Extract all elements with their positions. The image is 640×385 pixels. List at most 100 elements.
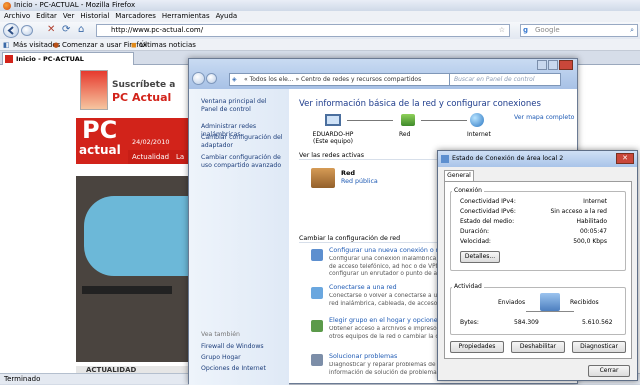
- ipv6-label: Conectividad IPv6:: [460, 208, 516, 215]
- menu-ayuda[interactable]: Ayuda: [216, 12, 238, 20]
- logo-actual: actual: [79, 143, 121, 157]
- properties-button[interactable]: Propiedades: [450, 341, 504, 353]
- tab-inicio[interactable]: Inicio - PC-ACTUAL: [2, 52, 134, 65]
- pc-actual-logo[interactable]: PC actual: [76, 118, 128, 164]
- tab-general[interactable]: General: [444, 170, 474, 181]
- date-label: 24/02/2010: [132, 138, 170, 146]
- activity-group-label: Actividad: [452, 283, 484, 290]
- sidebar-firewall[interactable]: Firewall de Windows: [201, 343, 264, 351]
- search-placeholder: Google: [535, 26, 560, 34]
- dialog-close-icon[interactable]: ✕: [616, 153, 634, 164]
- nav-la[interactable]: La: [176, 153, 184, 161]
- details-button[interactable]: Detalles...: [460, 251, 500, 263]
- menu-archivo[interactable]: Archivo: [4, 12, 30, 20]
- bytes-sent: 584.309: [514, 319, 539, 326]
- sidebar-advanced-sharing[interactable]: Cambiar configuración de uso compartido …: [201, 154, 285, 170]
- maximize-button[interactable]: [548, 60, 559, 70]
- google-icon: g: [523, 26, 529, 34]
- close-dialog-button[interactable]: Cerrar: [588, 365, 630, 377]
- see-also-heading: Vea también: [201, 331, 240, 338]
- nc-breadcrumb: « Todos los ele... » Centro de redes y r…: [244, 76, 422, 83]
- nc-sidebar: Ventana principal del Panel de control A…: [189, 89, 289, 385]
- node-internet-label: Internet: [467, 131, 491, 138]
- bookmark-star-icon[interactable]: ☆: [499, 25, 505, 36]
- stop-icon[interactable]: ✕: [47, 24, 55, 36]
- pc-actual-favicon: [5, 55, 13, 63]
- magazine-cover[interactable]: [80, 70, 108, 110]
- bookmarks-toolbar: ◧ Más visitados ● Comenzar a usar Firefox …: [0, 39, 640, 51]
- site-nav: Actualidad La: [128, 150, 188, 164]
- node-computer-name: EDUARDO-HP: [312, 131, 354, 138]
- firefox-title-bar: Inicio - PC-ACTUAL - Mozilla Firefox: [0, 0, 640, 11]
- ipv4-label: Conectividad IPv4:: [460, 198, 516, 205]
- media-state-value: Habilitado: [576, 218, 607, 225]
- network-icon: [401, 114, 415, 126]
- back-button[interactable]: [3, 23, 19, 38]
- home-icon[interactable]: ⌂: [78, 24, 84, 36]
- activity-computer-icon: [540, 293, 560, 311]
- connect-network-icon: [311, 287, 323, 299]
- task-new-connection[interactable]: Configurar una nueva conexión o red: [329, 247, 446, 254]
- minimize-button[interactable]: [537, 60, 548, 70]
- sidebar-homegroup[interactable]: Grupo Hogar: [201, 354, 241, 362]
- dialog-title: Estado de Conexión de área local 2: [452, 155, 564, 162]
- menu-herramientas[interactable]: Herramientas: [162, 12, 210, 20]
- tab-label: Inicio - PC-ACTUAL: [16, 55, 84, 63]
- url-bar[interactable]: http://www.pc-actual.com/ ☆: [96, 24, 510, 37]
- homegroup-icon: [311, 320, 323, 332]
- task-connect-network[interactable]: Conectarse a una red: [329, 284, 397, 291]
- computer-icon: [325, 114, 341, 126]
- twitter-banner[interactable]: [76, 176, 188, 362]
- nc-forward-button[interactable]: [206, 73, 217, 84]
- full-map-link[interactable]: Ver mapa completo: [514, 114, 574, 121]
- menu-editar[interactable]: Editar: [36, 12, 57, 20]
- new-connection-icon: [311, 249, 323, 261]
- sidebar-control-panel-home[interactable]: Ventana principal del Panel de control: [201, 98, 285, 114]
- sidebar-adapter-settings[interactable]: Cambiar configuración del adaptador: [201, 134, 285, 150]
- nc-heading: Ver información básica de la red y confi…: [299, 99, 541, 109]
- close-button[interactable]: [559, 60, 573, 70]
- disable-button[interactable]: Deshabilitar: [511, 341, 565, 353]
- menu-bar: Archivo Editar Ver Historial Marcadores Herra…: [0, 11, 640, 22]
- media-state-label: Estado del medio:: [460, 218, 515, 225]
- firefox-bookmark-icon: ●: [53, 41, 60, 49]
- logo-pc: PC: [82, 116, 118, 144]
- control-panel-icon: ◈: [232, 76, 237, 83]
- forward-button[interactable]: [21, 25, 33, 36]
- reload-icon[interactable]: ⟳: [62, 24, 70, 36]
- nav-actualidad[interactable]: Actualidad: [132, 153, 169, 161]
- network-type-link[interactable]: Red pública: [341, 178, 378, 185]
- speed-value: 500,0 Kbps: [573, 238, 607, 245]
- rss-icon: ◼: [131, 41, 137, 49]
- nc-back-button[interactable]: [192, 72, 205, 85]
- connection-group-label: Conexión: [452, 187, 484, 194]
- connection-status-dialog: Estado de Conexión de área local 2 ✕ Gen…: [437, 150, 638, 381]
- bookmark-latest-news[interactable]: Últimas noticias: [140, 39, 196, 51]
- task-homegroup[interactable]: Elegir grupo en el hogar y opciones de u…: [329, 317, 439, 324]
- network-name: Red: [341, 169, 356, 177]
- node-computer-label: EDUARDO-HP (Este equipo): [311, 131, 355, 145]
- bytes-label: Bytes:: [460, 319, 479, 326]
- subscribe-text[interactable]: Suscríbete a: [112, 80, 175, 90]
- troubleshoot-icon: [311, 354, 323, 366]
- menu-historial[interactable]: Historial: [80, 12, 109, 20]
- search-icon[interactable]: ⌕: [630, 25, 634, 36]
- sidebar-internet-options[interactable]: Opciones de Internet: [201, 365, 266, 373]
- task-troubleshoot[interactable]: Solucionar problemas: [329, 353, 397, 360]
- menu-ver[interactable]: Ver: [63, 12, 74, 20]
- nc-address-bar[interactable]: ◈ « Todos los ele... » Centro de redes y …: [229, 73, 457, 86]
- nc-search-box[interactable]: Buscar en Panel de control: [449, 73, 561, 86]
- twitter-logo-shape: [84, 196, 188, 276]
- menu-marcadores[interactable]: Marcadores: [115, 12, 156, 20]
- activity-divider: [526, 311, 574, 312]
- most-visited-icon: ◧: [3, 41, 10, 49]
- nc-search-placeholder: Buscar en Panel de control: [454, 76, 535, 83]
- window-controls: [537, 60, 573, 70]
- subscribe-brand[interactable]: PC Actual: [112, 91, 171, 104]
- diagnose-button[interactable]: Diagnosticar: [572, 341, 626, 353]
- duration-value: 00:05:47: [580, 228, 607, 235]
- url-text: http://www.pc-actual.com/: [111, 26, 204, 34]
- active-networks-label: Ver las redes activas: [299, 152, 365, 159]
- dialog-title-bar: Estado de Conexión de área local 2: [438, 151, 637, 167]
- search-box[interactable]: g Google ⌕: [520, 24, 638, 37]
